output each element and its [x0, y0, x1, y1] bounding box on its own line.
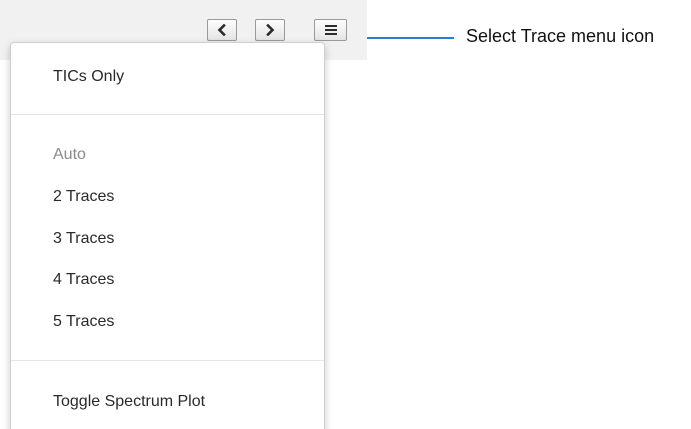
chevron-right-icon	[265, 24, 275, 36]
callout-leader-line	[367, 37, 454, 39]
select-trace-menu-button[interactable]	[314, 19, 347, 41]
screenshot-stage: TICs Only Auto 2 Traces 3 Traces 4 Trace…	[0, 0, 691, 429]
menu-item-4-traces[interactable]: 4 Traces	[53, 270, 114, 290]
chevron-left-icon	[217, 24, 227, 36]
select-trace-dropdown-menu: TICs Only Auto 2 Traces 3 Traces 4 Trace…	[10, 42, 325, 429]
previous-button[interactable]	[207, 19, 237, 41]
menu-item-tics-only[interactable]: TICs Only	[53, 67, 124, 87]
next-button[interactable]	[255, 19, 285, 41]
menu-divider	[11, 114, 324, 115]
callout-label: Select Trace menu icon	[466, 26, 655, 46]
menu-item-toggle-spectrum-plot[interactable]: Toggle Spectrum Plot	[53, 392, 205, 412]
menu-item-5-traces[interactable]: 5 Traces	[53, 312, 114, 332]
menu-item-2-traces[interactable]: 2 Traces	[53, 187, 114, 207]
menu-item-3-traces[interactable]: 3 Traces	[53, 229, 114, 249]
hamburger-menu-icon	[324, 24, 338, 36]
menu-divider	[11, 360, 324, 361]
menu-item-auto: Auto	[53, 146, 86, 163]
